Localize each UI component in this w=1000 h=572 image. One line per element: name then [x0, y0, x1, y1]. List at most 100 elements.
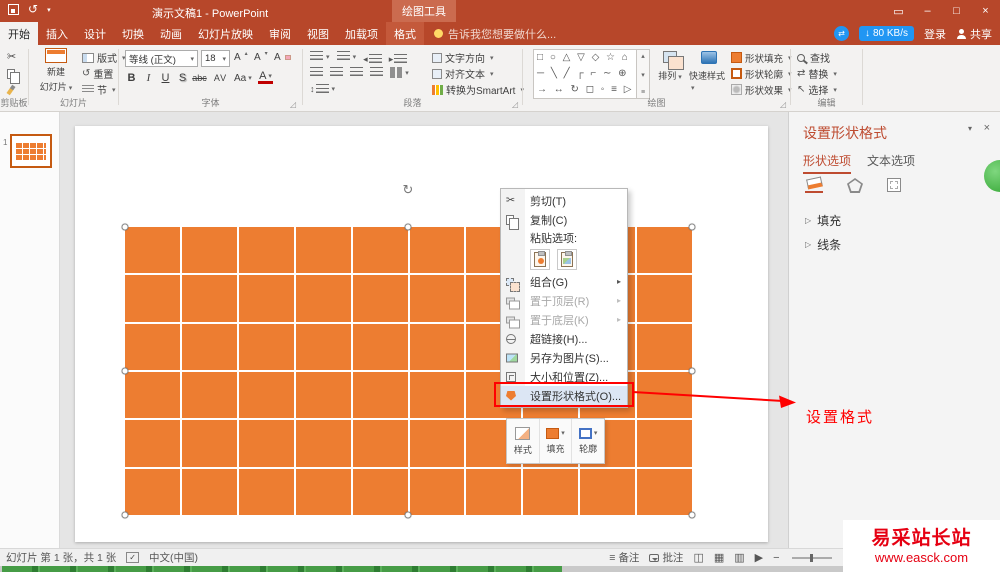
table-cell[interactable] [181, 275, 237, 322]
resize-handle-left[interactable] [121, 367, 129, 375]
table-cell[interactable] [181, 468, 237, 515]
table-cell[interactable] [637, 323, 692, 370]
tab-insert[interactable]: 插入 [38, 22, 76, 45]
scroll-up-icon[interactable]: ▴ [641, 52, 645, 60]
table-cell[interactable] [637, 275, 692, 322]
table-cell[interactable] [238, 323, 294, 370]
table-cell[interactable] [295, 468, 351, 515]
shapes-gallery[interactable]: □ ○ △ ▽ ◇ ☆ ⌂ ─ ╲ ╱ ┌ ⌐ ∼ ⊕ → ↔ ↻ ◻ ◦ ≡ … [533, 49, 637, 99]
text-shadow-button[interactable]: S [175, 70, 190, 86]
table-cell[interactable] [181, 420, 237, 467]
slideshow-view-button[interactable]: ▶ [755, 551, 763, 564]
table-cell[interactable] [409, 227, 465, 274]
font-color-button[interactable]: A [258, 70, 273, 84]
line-spacing-button[interactable]: ↕ [310, 83, 335, 95]
new-slide-button[interactable]: 新建 幻灯片 [33, 48, 79, 93]
table-cell[interactable] [580, 468, 636, 515]
shape-fill-button[interactable]: 形状填充 [731, 50, 792, 65]
table-cell[interactable] [125, 420, 180, 467]
paste-keep-formatting-button[interactable] [530, 248, 550, 270]
zoom-out-button[interactable]: − [773, 552, 779, 564]
bold-button[interactable]: B [124, 70, 139, 86]
table-cell[interactable] [409, 323, 465, 370]
qat-customize-icon[interactable]: ▾ [47, 6, 51, 14]
table-cell[interactable] [637, 420, 692, 467]
tab-home[interactable]: 开始 [0, 22, 38, 45]
menu-item-group[interactable]: 组合(G) ▸ [501, 272, 627, 292]
rotation-handle[interactable]: ↻ [403, 182, 414, 198]
sign-in-button[interactable]: 登录 [924, 26, 946, 42]
share-button[interactable]: 共享 [956, 26, 992, 42]
table-cell[interactable] [466, 468, 522, 515]
section-button[interactable]: 节 [82, 82, 116, 97]
tab-review[interactable]: 审阅 [261, 22, 299, 45]
table-cell[interactable] [238, 420, 294, 467]
table-cell[interactable] [637, 468, 692, 515]
columns-button[interactable] [390, 67, 409, 78]
section-fill[interactable]: ▷ 填充 [805, 212, 841, 229]
numbering-button[interactable] [336, 51, 357, 62]
minimize-button[interactable]: – [913, 0, 942, 22]
table-cell[interactable] [352, 468, 408, 515]
shape-effects-button[interactable]: 形状效果 [731, 82, 792, 97]
reading-view-button[interactable]: ▥ [734, 551, 744, 564]
table-cell[interactable] [295, 275, 351, 322]
italic-button[interactable]: I [141, 70, 156, 86]
shape-outline-button[interactable]: 形状轮廓 [731, 66, 792, 81]
resize-handle-top-right[interactable] [688, 223, 696, 231]
slide[interactable]: ↻ [75, 126, 768, 542]
tab-addins[interactable]: 加载项 [337, 22, 386, 45]
strikethrough-button[interactable]: abc [192, 70, 207, 86]
tab-design[interactable]: 设计 [76, 22, 114, 45]
table-cell[interactable] [125, 227, 180, 274]
table-cell[interactable] [125, 323, 180, 370]
shapes-gallery-scroll[interactable]: ▴ ▾ ≡ [637, 49, 650, 99]
tab-view[interactable]: 视图 [299, 22, 337, 45]
pane-tab-text-options[interactable]: 文本选项 [867, 152, 915, 174]
shrink-font-button[interactable]: A ▾ [254, 50, 268, 65]
pane-collapse-icon[interactable]: ▾ [968, 124, 972, 133]
cut-button[interactable]: ✂ [7, 50, 16, 65]
decrease-indent-button[interactable]: ◂ [363, 54, 382, 65]
character-spacing-button[interactable]: AV [213, 70, 228, 86]
table-cell[interactable] [125, 275, 180, 322]
align-center-button[interactable] [330, 67, 344, 78]
comments-button[interactable]: 批注 [649, 550, 683, 565]
table-cell[interactable] [238, 468, 294, 515]
resize-handle-bottom-left[interactable] [121, 511, 129, 519]
menu-item-cut[interactable]: ✂ 剪切(T) [501, 191, 627, 210]
table-cell[interactable] [352, 323, 408, 370]
table-cell[interactable] [181, 323, 237, 370]
bullets-button[interactable] [310, 51, 330, 62]
tab-slideshow[interactable]: 幻灯片放映 [190, 22, 261, 45]
align-left-button[interactable] [310, 67, 323, 78]
zoom-slider[interactable] [791, 553, 832, 562]
convert-smartart-button[interactable]: 转换为SmartArt [432, 82, 524, 97]
table-cell[interactable] [181, 371, 237, 419]
fill-button[interactable]: ▾ 填充 [538, 419, 572, 463]
language-indicator[interactable]: 中文(中国) [149, 550, 198, 565]
select-button[interactable]: ↖ 选择 [797, 82, 837, 97]
outline-button[interactable]: ▾ 轮廓 [571, 419, 604, 463]
fill-and-line-tab[interactable] [805, 176, 823, 193]
align-right-button[interactable] [350, 67, 364, 78]
table-cell[interactable] [409, 420, 465, 467]
copy-button[interactable] [7, 66, 20, 84]
reset-button[interactable]: ↺ 重置 [82, 66, 113, 81]
table-cell[interactable] [409, 275, 465, 322]
size-properties-tab[interactable] [887, 178, 901, 192]
resize-handle-bottom[interactable] [404, 511, 412, 519]
align-text-button[interactable]: 对齐文本 [432, 66, 494, 81]
table-cell[interactable] [409, 371, 465, 419]
undo-icon[interactable]: ↺ [28, 3, 38, 15]
paste-as-picture-button[interactable] [557, 248, 577, 270]
normal-view-button[interactable]: ◫ [693, 551, 703, 564]
tab-animations[interactable]: 动画 [152, 22, 190, 45]
sync-icon[interactable]: ⇄ [833, 26, 849, 41]
save-icon[interactable] [8, 4, 19, 15]
table-cell[interactable] [238, 275, 294, 322]
table-cell[interactable] [352, 371, 408, 419]
effects-tab[interactable] [847, 178, 863, 193]
resize-handle-bottom-right[interactable] [688, 511, 696, 519]
slide-thumbnail[interactable] [10, 134, 52, 168]
